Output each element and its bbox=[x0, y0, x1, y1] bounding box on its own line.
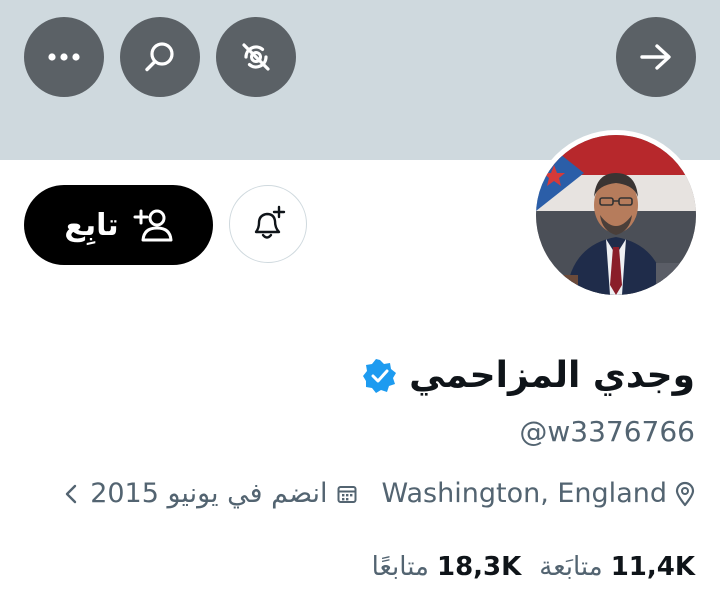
following-stat[interactable]: متابَعة 11,4K bbox=[539, 552, 695, 582]
more-horizontal-icon bbox=[48, 53, 80, 61]
notify-button[interactable] bbox=[229, 185, 307, 263]
user-handle: @w3376766 bbox=[519, 415, 695, 448]
more-button[interactable] bbox=[24, 17, 104, 97]
followers-count: 18,3K bbox=[436, 552, 522, 582]
followers-label: متابعًا bbox=[371, 552, 429, 582]
display-name: وجدي المزاحمي bbox=[409, 355, 695, 396]
followers-stat[interactable]: متابعًا 18,3K bbox=[372, 552, 522, 582]
location-text: Washington, England bbox=[381, 478, 667, 509]
topics-muted-icon bbox=[242, 43, 270, 71]
calendar-icon bbox=[337, 485, 357, 503]
forward-button[interactable] bbox=[616, 17, 696, 97]
profile-meta: انضم في يونيو 2015 Washington, England bbox=[64, 478, 695, 509]
add-person-icon bbox=[133, 209, 173, 242]
follow-stats: متابعًا 18,3K متابَعة 11,4K bbox=[372, 552, 695, 582]
location: Washington, England bbox=[382, 478, 695, 509]
name-row: وجدي المزاحمي bbox=[363, 355, 695, 396]
bell-plus-icon bbox=[254, 205, 286, 239]
joined-date[interactable]: انضم في يونيو 2015 bbox=[64, 478, 357, 509]
chevron-left-icon bbox=[65, 484, 77, 503]
search-icon bbox=[145, 42, 174, 72]
search-button[interactable] bbox=[120, 17, 200, 97]
following-label: متابَعة bbox=[539, 552, 603, 582]
verified-badge-icon bbox=[363, 358, 397, 393]
follow-label: تابِع bbox=[64, 207, 119, 243]
location-pin-icon bbox=[675, 481, 695, 506]
arrow-right-icon bbox=[640, 44, 671, 70]
topics-button[interactable] bbox=[216, 17, 296, 97]
avatar-photo bbox=[536, 135, 696, 295]
joined-text: انضم في يونيو 2015 bbox=[90, 478, 328, 509]
following-count: 11,4K bbox=[610, 552, 695, 582]
follow-button[interactable]: تابِع bbox=[24, 185, 213, 265]
profile-avatar[interactable] bbox=[531, 130, 701, 300]
